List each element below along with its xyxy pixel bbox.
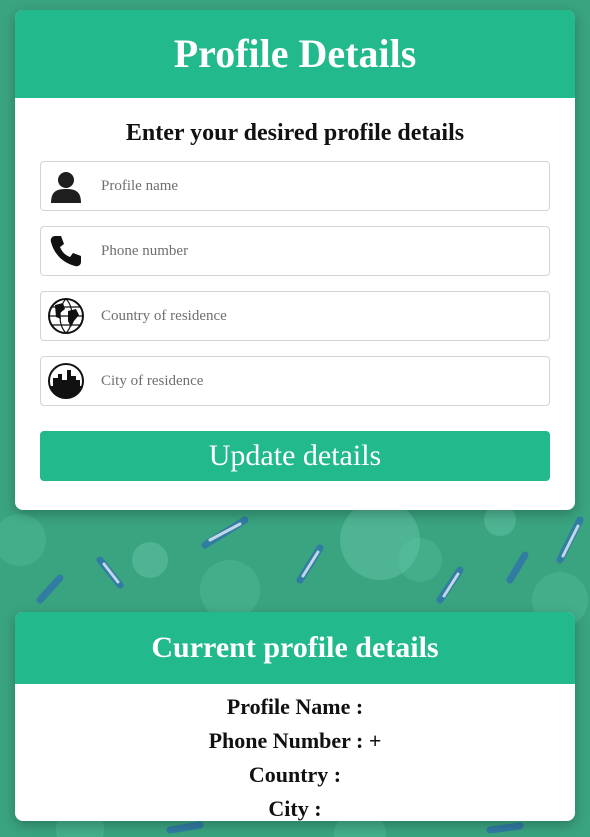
user-icon — [47, 167, 85, 205]
phone-number-input[interactable] — [101, 227, 541, 275]
update-details-button[interactable]: Update details — [40, 431, 550, 481]
city-row: City : — [268, 796, 322, 821]
profile-name-input[interactable] — [101, 162, 541, 210]
profile-details-card: Profile Details Enter your desired profi… — [15, 10, 575, 510]
city-icon — [47, 362, 85, 400]
country-row: Country : — [248, 762, 342, 787]
globe-icon — [47, 297, 85, 335]
current-profile-card: Current profile details Profile Name : P… — [15, 612, 575, 821]
city-input[interactable] — [101, 357, 541, 405]
phone-icon — [47, 232, 85, 270]
current-details-list: Profile Name : Phone Number : + Country … — [15, 684, 575, 821]
form-subtitle: Enter your desired profile details — [125, 120, 465, 146]
city-field[interactable] — [40, 356, 550, 406]
profile-name-field[interactable] — [40, 161, 550, 211]
country-field[interactable] — [40, 291, 550, 341]
profile-details-title: Profile Details — [15, 10, 575, 98]
country-input[interactable] — [101, 292, 541, 340]
profile-name-row: Profile Name : — [226, 694, 364, 719]
current-profile-title: Current profile details — [15, 612, 575, 684]
phone-number-row: Phone Number : + — [208, 728, 382, 753]
phone-number-field[interactable] — [40, 226, 550, 276]
